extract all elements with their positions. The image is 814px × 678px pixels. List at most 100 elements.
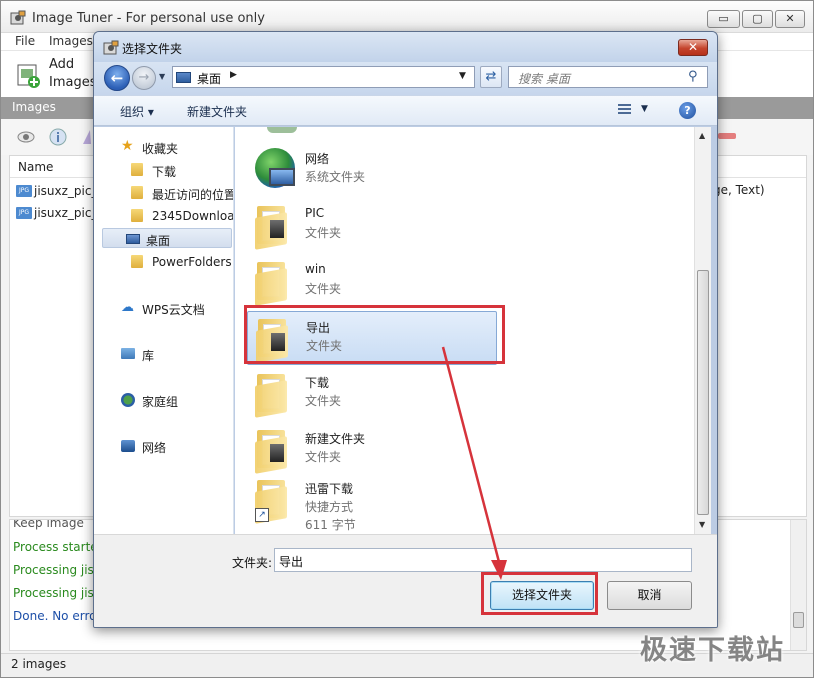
address-dropdown-icon[interactable]: ▼ — [459, 71, 466, 81]
folder-field-label: 文件夹: — [232, 556, 273, 570]
help-icon[interactable]: ? — [679, 102, 696, 119]
navigation-pane: ★ 收藏夹 下载 最近访问的位置 2345Downloa 桌面 PowerFol… — [94, 127, 234, 534]
search-input[interactable]: 搜索 桌面 ⚲ — [508, 66, 708, 88]
item-type: 系统文件夹 — [305, 170, 366, 184]
nav-item-2345downloads[interactable]: 2345Downloa — [126, 206, 234, 226]
breadcrumb-chevron-icon[interactable]: ▶ — [230, 70, 237, 80]
folder-name-input[interactable] — [274, 548, 692, 572]
nav-item-wps-cloud[interactable]: ☁ WPS云文档 — [116, 298, 233, 318]
list-item-network[interactable]: 网络 系统文件夹 — [247, 143, 497, 197]
scroll-thumb[interactable] — [697, 270, 709, 515]
nav-item-label: 最近访问的位置 — [152, 188, 234, 202]
dialog-close-button[interactable]: ✕ — [678, 39, 708, 56]
minimize-button[interactable]: ▭ — [707, 10, 740, 28]
nav-item-label: 桌面 — [146, 234, 171, 248]
recent-places-icon — [131, 186, 143, 199]
nav-item-downloads[interactable]: 下载 — [126, 160, 233, 180]
add-images-label: Add Images — [49, 57, 97, 90]
list-item-new-folder[interactable]: 新建文件夹 文件夹 — [247, 423, 497, 477]
refresh-button[interactable]: ⇄ — [480, 66, 502, 88]
cancel-button[interactable]: 取消 — [607, 581, 692, 610]
view-options-icon[interactable] — [616, 102, 634, 118]
eye-icon[interactable] — [17, 128, 35, 146]
watermark-logo: 极速下载站 — [640, 635, 785, 666]
item-name: 网络 — [305, 152, 330, 166]
item-type: 文件夹 — [305, 282, 342, 296]
remove-icon[interactable] — [718, 133, 736, 139]
log-scroll-thumb[interactable] — [793, 612, 804, 628]
nav-item-favorites[interactable]: ★ 收藏夹 — [116, 137, 233, 157]
close-button[interactable]: ✕ — [775, 10, 805, 28]
new-folder-button[interactable]: 新建文件夹 — [187, 103, 247, 120]
app-logo-icon — [10, 10, 26, 25]
log-line: Processing jisu — [13, 563, 102, 577]
dialog-title: 选择文件夹 — [122, 42, 183, 56]
item-name: 下载 — [305, 376, 330, 390]
nav-item-recent[interactable]: 最近访问的位置 — [126, 183, 234, 203]
scroll-down-icon[interactable]: ▼ — [699, 520, 705, 529]
network-globe-icon — [253, 146, 295, 192]
dialog-footer: 文件夹: 选择文件夹 取消 — [94, 534, 717, 627]
nav-item-label: 网络 — [142, 441, 167, 455]
organize-button[interactable]: 组织 ▾ — [120, 103, 154, 120]
list-item-downloads[interactable]: 下载 文件夹 — [247, 367, 497, 421]
history-dropdown-icon[interactable]: ▼ — [159, 72, 165, 81]
network-icon — [121, 440, 135, 452]
shortcut-folder-icon: ↗ — [253, 476, 291, 524]
app-titlebar: Image Tuner - For personal use only ▭ ▢ … — [1, 1, 813, 33]
status-text: 2 images — [11, 657, 67, 671]
nav-item-label: 库 — [142, 349, 155, 363]
column-name-header[interactable]: Name — [18, 160, 53, 174]
nav-item-label: 2345Downloa — [152, 209, 234, 223]
address-bar-row: ← → ▼ 桌面 ▶ ▼ ⇄ 搜索 桌面 ⚲ — [94, 62, 717, 95]
shortcut-arrow-icon: ↗ — [255, 508, 269, 522]
desktop-icon — [176, 72, 191, 83]
menu-images[interactable]: Images — [49, 34, 93, 48]
dialog-toolbar: 组织 ▾ 新建文件夹 ▼ ? — [94, 95, 717, 126]
log-line: Keep image — [13, 519, 84, 530]
nav-item-label: PowerFolders — [152, 255, 232, 269]
download-folder-icon — [131, 163, 143, 176]
folder-icon — [253, 426, 291, 474]
nav-item-library[interactable]: 库 — [116, 344, 233, 364]
item-name: win — [305, 262, 326, 276]
folder-icon — [131, 255, 143, 268]
add-images-button[interactable]: Add Images — [11, 55, 101, 95]
maximize-button[interactable]: ▢ — [742, 10, 773, 28]
list-item-pic[interactable]: PIC 文件夹 — [247, 199, 497, 253]
address-location[interactable]: 桌面 — [197, 70, 221, 87]
nav-item-network[interactable]: 网络 — [116, 436, 233, 456]
folder-list-scrollbar[interactable]: ▲ ▼ — [694, 127, 711, 534]
item-type: 文件夹 — [305, 394, 342, 408]
folder-icon — [131, 209, 143, 222]
nav-item-desktop[interactable]: 桌面 — [102, 228, 232, 248]
nav-item-label: 家庭组 — [142, 395, 179, 409]
item-type: 快捷方式 — [305, 500, 354, 514]
item-type: 文件夹 — [305, 226, 342, 240]
item-name: 新建文件夹 — [305, 432, 366, 446]
view-dropdown-icon[interactable]: ▼ — [641, 104, 648, 114]
item-name: 迅雷下载 — [305, 482, 354, 496]
nav-item-powerfolders[interactable]: PowerFolders — [126, 252, 233, 272]
list-item-thunder-downloads[interactable]: ↗ 迅雷下载 快捷方式 611 字节 — [247, 473, 497, 533]
list-item-win[interactable]: win 文件夹 — [247, 255, 497, 309]
folder-icon — [253, 202, 291, 250]
search-icon[interactable]: ⚲ — [688, 69, 698, 84]
log-scrollbar[interactable] — [790, 520, 806, 650]
menu-file[interactable]: File — [15, 34, 35, 48]
scroll-up-icon[interactable]: ▲ — [699, 131, 705, 140]
dialog-titlebar: 选择文件夹 ✕ — [94, 32, 717, 62]
nav-item-label: 收藏夹 — [142, 142, 179, 156]
back-button[interactable]: ← — [104, 65, 130, 91]
search-placeholder: 搜索 桌面 — [518, 72, 570, 86]
cloud-icon: ☁ — [121, 300, 134, 315]
nav-item-homegroup[interactable]: 家庭组 — [116, 390, 233, 410]
row-detail-text: ge, Text) — [713, 183, 765, 197]
item-type: 文件夹 — [305, 450, 342, 464]
address-bar[interactable]: 桌面 ▶ ▼ — [172, 66, 475, 88]
highlight-box-export-folder — [244, 305, 505, 364]
info-icon[interactable] — [49, 128, 67, 146]
forward-button[interactable]: → — [132, 66, 156, 90]
log-line: Process starte — [13, 540, 98, 554]
list-item-partial — [247, 127, 497, 135]
